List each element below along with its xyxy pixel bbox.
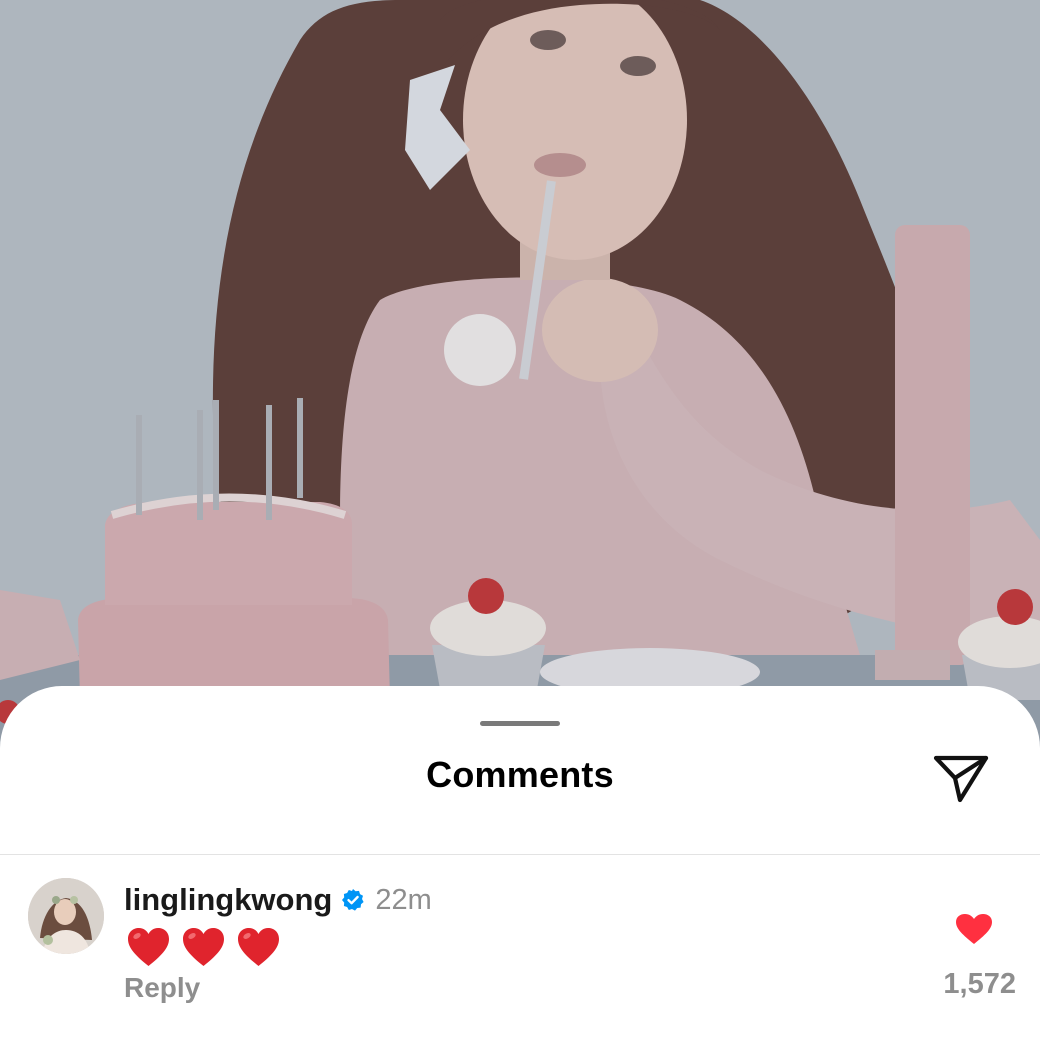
red-heart-emoji-icon <box>128 928 169 966</box>
avatar-image <box>28 878 104 954</box>
like-count: 1,572 <box>943 968 1016 1000</box>
paper-plane-icon <box>933 755 989 803</box>
red-heart-emoji-icon <box>238 928 279 966</box>
post-photo-illustration <box>0 0 1040 760</box>
comment-text <box>126 926 281 968</box>
sheet-drag-handle[interactable] <box>480 721 560 726</box>
like-button[interactable] <box>954 912 994 946</box>
post-photo <box>0 0 1040 760</box>
verified-badge-icon <box>342 889 364 911</box>
comments-sheet: Comments linglingkwong 22m Reply 1,572 <box>0 686 1040 1040</box>
comment-header: linglingkwong 22m <box>124 882 432 918</box>
comment-username[interactable]: linglingkwong <box>124 882 332 918</box>
avatar[interactable] <box>28 878 104 954</box>
red-heart-emoji-icon <box>183 928 224 966</box>
sheet-divider <box>0 854 1040 855</box>
sheet-title: Comments <box>426 754 614 795</box>
heart-filled-icon <box>956 914 992 944</box>
comment-timestamp: 22m <box>375 883 432 916</box>
comment-item: linglingkwong 22m Reply 1,572 <box>0 864 1040 1040</box>
share-button[interactable] <box>930 752 992 804</box>
reply-button[interactable]: Reply <box>124 972 200 1004</box>
